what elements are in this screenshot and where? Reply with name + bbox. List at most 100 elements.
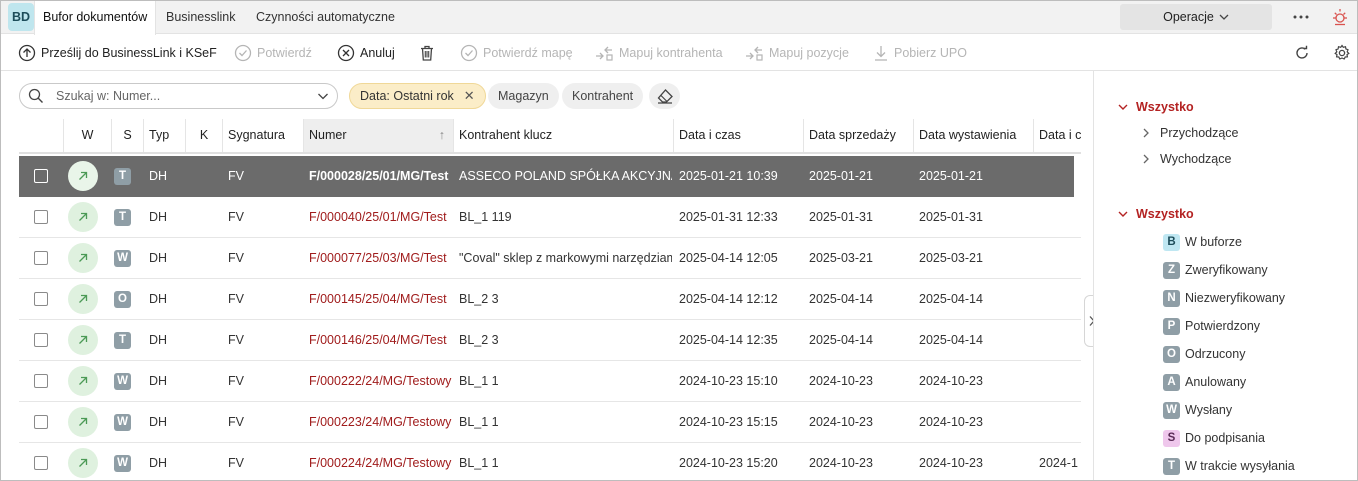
cell-sygnatura: FV	[228, 456, 244, 470]
tree-group-status[interactable]: Wszystko	[1118, 205, 1194, 223]
map-items-button[interactable]: Mapuj pozycje	[744, 41, 849, 65]
table-row[interactable]: W DH FV F/000222/24/MG/Testowy BL_1 1 2024-10…	[19, 361, 1081, 402]
row-checkbox[interactable]	[34, 210, 48, 224]
row-checkbox[interactable]	[34, 292, 48, 306]
cell-data-sprzedazy: 2025-04-14	[809, 292, 873, 306]
settings-button[interactable]	[1331, 42, 1353, 64]
column-header-typ[interactable]: Typ	[144, 119, 186, 152]
filter-chip-magazyn[interactable]: Magazyn	[488, 83, 559, 109]
cell-data-czas: 2025-04-14 12:35	[679, 333, 778, 347]
column-header-k[interactable]: K	[186, 119, 223, 152]
row-checkbox[interactable]	[34, 169, 48, 183]
cell-extra	[1034, 320, 1081, 360]
cell-sygnatura: FV	[228, 251, 244, 265]
column-header-data-i-czas-2[interactable]: Data i cz	[1034, 119, 1081, 152]
cancel-button[interactable]: Anuluj	[337, 41, 395, 65]
delete-button[interactable]	[418, 41, 436, 65]
row-checkbox[interactable]	[34, 374, 48, 388]
cell-data-wystawienia: 2024-10-23	[919, 456, 983, 470]
row-checkbox[interactable]	[34, 415, 48, 429]
table-row[interactable]: W DH FV F/000224/24/MG/Testowy BL_1 1 2024-10…	[19, 443, 1081, 480]
map-contractor-button[interactable]: Mapuj kontrahenta	[594, 41, 723, 65]
refresh-button[interactable]	[1291, 42, 1313, 64]
close-icon[interactable]: ✕	[464, 88, 475, 104]
status-filter-item[interactable]: Z Zweryfikowany	[1163, 261, 1268, 279]
cell-sygnatura: FV	[228, 415, 244, 429]
column-header-data-wystawienia[interactable]: Data wystawienia	[914, 119, 1034, 152]
send-to-businesslink-button[interactable]: Prześlij do BusinessLink i KSeF	[18, 41, 217, 65]
check-circle-icon	[234, 44, 252, 62]
status-badge: S	[1163, 429, 1180, 447]
cell-numer: F/000146/25/04/MG/Test	[309, 333, 447, 347]
cell-data-wystawienia: 2025-01-21	[919, 169, 983, 183]
status-badge: W	[114, 250, 131, 267]
column-header-data-sprzedazy[interactable]: Data sprzedaży	[804, 119, 914, 152]
status-badge: W	[114, 455, 131, 472]
confirm-map-label: Potwierdź mapę	[483, 46, 573, 60]
filter-chip-date-label: Data: Ostatni rok	[360, 89, 454, 103]
table-row[interactable]: T DH FV F/000146/25/04/MG/Test BL_2 3 2025-04…	[19, 320, 1081, 361]
confirm-button[interactable]: Potwierdź	[234, 41, 312, 65]
status-filter-item[interactable]: N Niezweryfikowany	[1163, 289, 1285, 307]
status-badge: W	[114, 414, 131, 431]
tab-bufor-dokumentow[interactable]: Bufor dokumentów	[34, 1, 157, 35]
search-icon	[28, 88, 43, 103]
column-header-sygnatura[interactable]: Sygnatura	[223, 119, 304, 152]
table-row[interactable]: T DH FV F/000028/25/01/MG/Test ASSECO POLAND…	[19, 156, 1074, 197]
tree-item-wychodzace[interactable]: Wychodzące	[1142, 150, 1231, 168]
tab-czynnosci-automatyczne[interactable]: Czynności automatyczne	[256, 1, 395, 34]
theme-toggle-button[interactable]	[1327, 5, 1353, 29]
column-header-kontrahent[interactable]: Kontrahent klucz	[454, 119, 674, 152]
operations-dropdown[interactable]: Operacje	[1120, 4, 1272, 30]
column-header-numer[interactable]: Numer ↑	[304, 119, 454, 152]
status-filter-item[interactable]: S Do podpisania	[1163, 429, 1265, 447]
cell-extra	[1034, 402, 1081, 442]
column-header-data-czas[interactable]: Data i czas	[674, 119, 804, 152]
filter-chip-date[interactable]: Data: Ostatni rok ✕	[349, 83, 486, 109]
get-upo-button[interactable]: Pobierz UPO	[873, 41, 967, 65]
cell-kontrahent: BL_2 3	[459, 292, 499, 306]
row-checkbox[interactable]	[34, 456, 48, 470]
table-row[interactable]: T DH FV F/000040/25/01/MG/Test BL_1 119 2025-…	[19, 197, 1081, 238]
clear-filters-button[interactable]	[649, 83, 680, 109]
tab-businesslink[interactable]: Businesslink	[166, 1, 235, 34]
column-header-s[interactable]: S	[112, 119, 144, 152]
cell-kontrahent: BL_1 1	[459, 456, 499, 470]
status-filter-item[interactable]: A Anulowany	[1163, 373, 1246, 391]
search-box[interactable]	[19, 83, 338, 109]
outgoing-arrow-icon	[68, 161, 98, 191]
table-row[interactable]: W DH FV F/000077/25/03/MG/Test "Coval" sklep…	[19, 238, 1081, 279]
cell-typ: DH	[149, 415, 168, 429]
search-input[interactable]	[54, 88, 317, 104]
cell-data-czas: 2024-10-23 15:10	[679, 374, 778, 388]
grid-header: W S Typ K Sygnatura Numer ↑ Kontrahent k…	[19, 119, 1081, 154]
status-badge: T	[114, 168, 131, 185]
tree-item-przychodzace[interactable]: Przychodzące	[1142, 124, 1239, 142]
status-filter-item[interactable]: P Potwierdzony	[1163, 317, 1260, 335]
tree-group-status-label: Wszystko	[1136, 207, 1194, 221]
cell-data-sprzedazy: 2024-10-23	[809, 374, 873, 388]
chevron-down-icon[interactable]	[317, 91, 329, 101]
app-badge[interactable]: BD	[8, 3, 34, 31]
cell-numer: F/000077/25/03/MG/Test	[309, 251, 447, 265]
cell-typ: DH	[149, 210, 168, 224]
row-checkbox[interactable]	[34, 251, 48, 265]
tree-item-label: Przychodzące	[1160, 126, 1239, 140]
tree-group-direction[interactable]: Wszystko	[1118, 98, 1194, 116]
status-filter-item[interactable]: O Odrzucony	[1163, 345, 1245, 363]
status-badge: A	[1163, 373, 1180, 391]
column-header-w[interactable]: W	[64, 119, 112, 152]
confirm-map-button[interactable]: Potwierdź mapę	[460, 41, 573, 65]
status-badge: O	[114, 291, 131, 308]
status-filter-item[interactable]: B W buforze	[1163, 233, 1242, 251]
chevron-right-icon	[1143, 128, 1149, 138]
filter-chip-kontrahent[interactable]: Kontrahent	[562, 83, 644, 109]
status-filter-item[interactable]: T W trakcie wysyłania	[1163, 457, 1295, 475]
status-filter-item[interactable]: W Wysłany	[1163, 401, 1232, 419]
status-filter-label: Niezweryfikowany	[1185, 291, 1286, 305]
more-options-button[interactable]	[1289, 5, 1313, 29]
table-row[interactable]: W DH FV F/000223/24/MG/Testowy BL_1 1 2024-10…	[19, 402, 1081, 443]
row-checkbox[interactable]	[34, 333, 48, 347]
table-row[interactable]: O DH FV F/000145/25/04/MG/Test BL_2 3 2025-04…	[19, 279, 1081, 320]
cell-data-wystawienia: 2025-03-21	[919, 251, 983, 265]
